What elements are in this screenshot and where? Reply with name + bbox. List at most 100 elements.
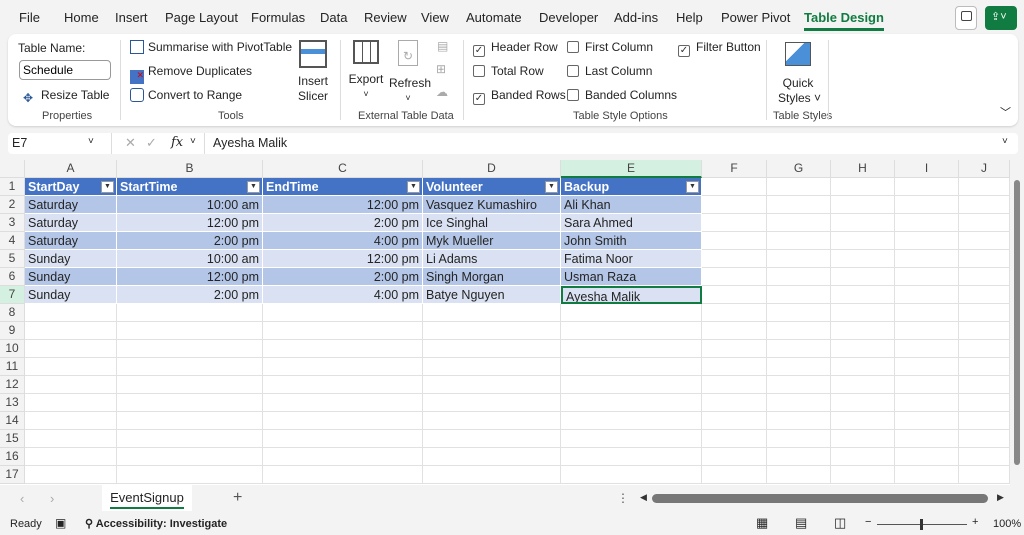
cell[interactable] (767, 268, 831, 286)
table-header-cell[interactable]: EndTime ▼ (263, 178, 423, 196)
row-header[interactable]: 12 (0, 376, 25, 394)
header-row-checkbox[interactable]: ✓ Header Row (473, 40, 558, 57)
cell[interactable] (702, 340, 767, 358)
column-header[interactable]: C (263, 160, 423, 178)
cell[interactable] (895, 250, 959, 268)
cell[interactable] (25, 358, 117, 376)
cell[interactable] (263, 322, 423, 340)
cell[interactable] (831, 250, 895, 268)
table-name-input[interactable] (19, 60, 111, 80)
cell[interactable] (767, 394, 831, 412)
banded-rows-checkbox[interactable]: ✓ Banded Rows (473, 88, 566, 105)
cell[interactable] (767, 412, 831, 430)
refresh-button[interactable]: ↻ Refresh ˅ (389, 38, 431, 106)
row-header[interactable]: 4 (0, 232, 25, 250)
filter-dropdown-icon[interactable]: ▼ (101, 181, 114, 193)
cell[interactable] (959, 196, 1010, 214)
cell[interactable] (25, 412, 117, 430)
cell[interactable] (895, 268, 959, 286)
cell[interactable] (561, 394, 702, 412)
scrollbar-thumb[interactable] (1014, 180, 1020, 465)
filter-dropdown-icon[interactable]: ▼ (545, 181, 558, 193)
table-cell[interactable]: Sunday (25, 268, 117, 286)
cell[interactable] (117, 322, 263, 340)
resize-table-button[interactable]: ✥ Resize Table (23, 88, 109, 105)
prev-sheet-icon[interactable]: ‹ (20, 491, 24, 506)
expand-formula-bar-icon[interactable]: ˅ (1002, 136, 1008, 147)
cell[interactable] (117, 448, 263, 466)
cell[interactable] (959, 268, 1010, 286)
cell[interactable] (423, 412, 561, 430)
table-cell[interactable]: Saturday (25, 232, 117, 250)
export-button[interactable]: Export ˅ (348, 38, 384, 102)
cell[interactable] (959, 448, 1010, 466)
formula-input[interactable]: Ayesha Malik (213, 136, 287, 150)
cell[interactable] (831, 232, 895, 250)
first-column-checkbox[interactable]: First Column (567, 40, 653, 54)
quick-styles-button[interactable]: Quick Styles ˅ (778, 38, 821, 106)
cell[interactable] (561, 412, 702, 430)
row-header[interactable]: 1 (0, 178, 25, 196)
table-cell[interactable]: Ice Singhal (423, 214, 561, 232)
table-cell[interactable]: 12:00 pm (117, 214, 263, 232)
cell[interactable] (895, 322, 959, 340)
cell[interactable] (767, 430, 831, 448)
cell[interactable] (702, 232, 767, 250)
column-header[interactable]: J (959, 160, 1010, 178)
menu-tab-page-layout[interactable]: Page Layout (165, 10, 238, 25)
summarise-pivot-button[interactable]: Summarise with PivotTable (130, 40, 292, 54)
menu-tab-insert[interactable]: Insert (115, 10, 148, 25)
last-column-checkbox[interactable]: Last Column (567, 64, 652, 78)
cell[interactable] (895, 466, 959, 484)
cell[interactable] (767, 214, 831, 232)
table-header-cell[interactable]: Backup ▼ (561, 178, 702, 196)
cell[interactable] (831, 394, 895, 412)
cell[interactable] (895, 178, 959, 196)
row-header[interactable]: 13 (0, 394, 25, 412)
row-header[interactable]: 5 (0, 250, 25, 268)
cell[interactable] (767, 376, 831, 394)
table-cell[interactable]: 4:00 pm (263, 232, 423, 250)
accessibility-button[interactable]: ⚲ Accessibility: Investigate (85, 517, 227, 530)
cell[interactable] (831, 322, 895, 340)
cell[interactable] (895, 214, 959, 232)
row-header[interactable]: 8 (0, 304, 25, 322)
table-cell[interactable]: 2:00 pm (117, 232, 263, 250)
cell[interactable] (117, 376, 263, 394)
cell[interactable] (263, 448, 423, 466)
table-cell[interactable]: 10:00 am (117, 196, 263, 214)
filter-dropdown-icon[interactable]: ▼ (247, 181, 260, 193)
cell[interactable] (702, 322, 767, 340)
cell[interactable] (959, 340, 1010, 358)
cell[interactable] (767, 340, 831, 358)
collapse-ribbon-icon[interactable]: ﹀ (1000, 104, 1011, 120)
row-header[interactable]: 15 (0, 430, 25, 448)
menu-tab-add-ins[interactable]: Add-ins (614, 10, 658, 25)
cell[interactable] (702, 412, 767, 430)
remove-duplicates-button[interactable]: ✕ Remove Duplicates (130, 64, 252, 84)
cell[interactable] (831, 268, 895, 286)
table-cell[interactable]: 4:00 pm (263, 286, 423, 304)
cancel-icon[interactable]: ✕ (125, 135, 136, 151)
zoom-level[interactable]: 100% (993, 518, 1021, 530)
menu-tab-automate[interactable]: Automate (466, 10, 522, 25)
cell[interactable] (263, 394, 423, 412)
next-sheet-icon[interactable]: › (50, 491, 54, 506)
cell[interactable] (959, 358, 1010, 376)
cell[interactable] (263, 466, 423, 484)
cell[interactable] (767, 448, 831, 466)
cell[interactable] (423, 448, 561, 466)
cell[interactable] (263, 358, 423, 376)
table-cell[interactable]: Saturday (25, 196, 117, 214)
cell[interactable] (117, 304, 263, 322)
menu-tab-power-pivot[interactable]: Power Pivot (721, 10, 790, 25)
table-cell[interactable]: 2:00 pm (117, 286, 263, 304)
select-all-corner[interactable] (0, 160, 25, 178)
more-options-icon[interactable]: ⋮ (617, 491, 629, 505)
menu-tab-home[interactable]: Home (64, 10, 99, 25)
column-header[interactable]: E (561, 160, 702, 178)
cell[interactable] (702, 250, 767, 268)
filter-button-checkbox[interactable]: ✓ Filter Button (678, 40, 761, 57)
table-cell[interactable]: Batye Nguyen (423, 286, 561, 304)
row-header[interactable]: 3 (0, 214, 25, 232)
